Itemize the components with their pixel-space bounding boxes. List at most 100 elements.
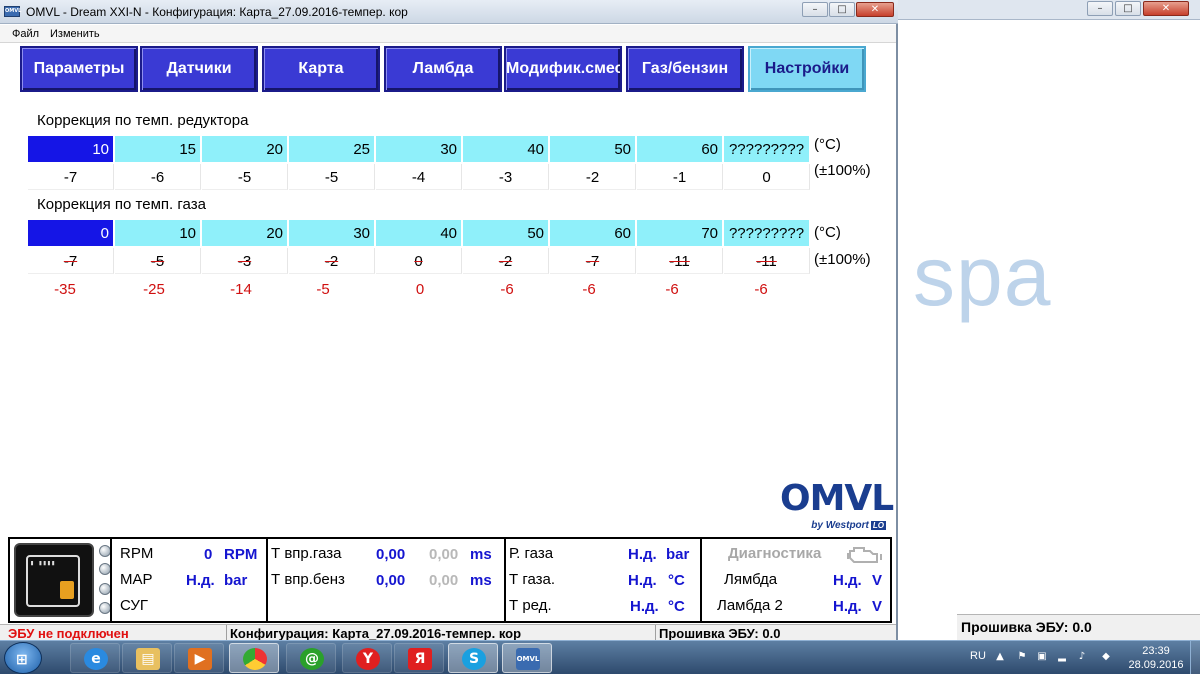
yandex-icon: Я (408, 648, 432, 670)
reducer-value-row: -7 -6 -5 -5 -4 -3 -2 -1 0 (28, 164, 810, 190)
gas-old-value-cell[interactable]: -5 (115, 248, 201, 274)
reducer-temp-cell[interactable]: 10 (28, 136, 114, 162)
chrome-icon (243, 648, 267, 670)
rpm-label: RPM (120, 545, 154, 562)
gas-temp-cell[interactable]: 10 (115, 220, 201, 246)
lambda2-unit: V (872, 598, 883, 615)
reducer-value-cell[interactable]: -6 (115, 164, 201, 190)
reducer-value-cell[interactable]: -3 (463, 164, 549, 190)
tab-mixture-mod[interactable]: Модифик.смеси (504, 46, 622, 92)
bg-close-button[interactable]: ✕ (1143, 1, 1189, 16)
rpm-value: 0 (204, 546, 213, 563)
tray-flag-icon[interactable]: ⚑ (1016, 651, 1028, 663)
gas-old-value-row: -7 -5 -3 -2 0 -2 -7 -11 -11 (28, 248, 810, 274)
gas-new-value-label: -25 (143, 281, 165, 298)
gas-temp-unit: (°C) (814, 224, 841, 241)
gas-injection-time-value: 0,00 (376, 546, 406, 563)
mail-ru-agent-icon: @ (300, 648, 324, 670)
reducer-value-cell[interactable]: -4 (376, 164, 462, 190)
gas-old-value-cell[interactable]: 0 (376, 248, 462, 274)
menu-edit[interactable]: Изменить (50, 28, 100, 40)
gas-new-value-label: -14 (230, 281, 252, 298)
taskbar-internet-explorer[interactable]: e (70, 643, 120, 673)
gas-old-value-cell[interactable]: -11 (724, 248, 810, 274)
reducer-temp-cell[interactable]: 25 (289, 136, 375, 162)
gas-temp-cell[interactable]: 30 (289, 220, 375, 246)
taskbar-yandex-browser[interactable]: Y (342, 643, 392, 673)
skype-icon: S (462, 648, 486, 670)
taskbar-file-explorer[interactable]: ▤ (122, 643, 172, 673)
volume-icon[interactable]: ♪ (1076, 651, 1088, 663)
taskbar-media-player[interactable]: ▶ (174, 643, 224, 673)
reducer-temp-cell[interactable]: 40 (463, 136, 549, 162)
gas-new-value-label: 0 (415, 281, 425, 298)
reducer-value-cell[interactable]: 0 (724, 164, 810, 190)
gas-temp-cell[interactable]: ????????? (724, 220, 810, 246)
reducer-temp-cell[interactable]: ????????? (724, 136, 810, 162)
taskbar-omvl[interactable]: OMVL (502, 643, 552, 673)
reducer-temp-cell[interactable]: 30 (376, 136, 462, 162)
reducer-temp-cell[interactable]: 20 (202, 136, 288, 162)
tray-printer-icon[interactable]: ▣ (1036, 651, 1048, 663)
reducer-value-cell[interactable]: -2 (550, 164, 636, 190)
tray-expand-icon[interactable]: ▲ (994, 651, 1006, 663)
start-button[interactable]: ⊞ (4, 642, 42, 674)
tab-bar: Параметры Датчики Карта Ламбда Модифик.с… (18, 46, 888, 94)
taskbar-skype[interactable]: S (448, 643, 498, 673)
gas-temp-cell[interactable]: 50 (463, 220, 549, 246)
lambda-value: Н.д. (833, 572, 862, 589)
reducer-temp-cell[interactable]: 15 (115, 136, 201, 162)
config-status: Конфигурация: Карта_27.09.2016-темпер. к… (230, 626, 522, 641)
taskbar-yandex[interactable]: Я (394, 643, 444, 673)
gas-temp-cell[interactable]: 0 (28, 220, 114, 246)
reducer-pct-unit: (±100%) (814, 162, 871, 179)
tab-settings[interactable]: Настройки (748, 46, 866, 92)
title-bar[interactable]: OMVL OMVL - Dream XXI-N - Конфигурация: … (0, 0, 898, 24)
petrol-injection-time-label: Т впр.бенз (271, 571, 345, 588)
show-desktop-button[interactable] (1190, 641, 1200, 674)
bg-maximize-button[interactable]: □ (1115, 1, 1141, 16)
tab-gas-petrol[interactable]: Газ/бензин (626, 46, 744, 92)
gas-old-value-cell[interactable]: -2 (289, 248, 375, 274)
tab-parameters[interactable]: Параметры (20, 46, 138, 92)
tab-lambda[interactable]: Ламбда (384, 46, 502, 92)
status-panel: ▮ ▮▮▮▮ RPM 0 RPM MAP Н.д. bar СУГ Т впр.… (8, 537, 892, 623)
gas-pressure-label: Р. газа (509, 545, 554, 562)
gas-old-value-cell[interactable]: -2 (463, 248, 549, 274)
gas-old-value-cell[interactable]: -11 (637, 248, 723, 274)
menu-bar: Файл Изменить (0, 25, 896, 43)
reducer-temp-cell[interactable]: 50 (550, 136, 636, 162)
gas-injection-time-unit: ms (470, 546, 492, 563)
maximize-button[interactable]: □ (829, 2, 855, 17)
background-window-titlebar[interactable]: – □ ✕ (895, 0, 1200, 20)
reducer-value-cell[interactable]: -5 (289, 164, 375, 190)
network-icon[interactable]: ◆ (1100, 651, 1112, 663)
gas-temp-cell[interactable]: 70 (637, 220, 723, 246)
gas-temp-value: Н.д. (628, 572, 657, 589)
reducer-value-cell[interactable]: -1 (637, 164, 723, 190)
language-indicator[interactable]: RU (970, 650, 986, 662)
gas-old-value-cell[interactable]: -7 (550, 248, 636, 274)
reducer-value-cell[interactable]: -5 (202, 164, 288, 190)
gas-correction-title: Коррекция по темп. газа (37, 196, 206, 213)
tab-sensors[interactable]: Датчики (140, 46, 258, 92)
close-button[interactable]: ✕ (856, 2, 894, 17)
media-player-icon: ▶ (188, 648, 212, 670)
tab-map[interactable]: Карта (262, 46, 380, 92)
signal-icon[interactable]: ▂ (1056, 651, 1068, 663)
reducer-value-cell[interactable]: -7 (28, 164, 114, 190)
gas-old-value-cell[interactable]: -7 (28, 248, 114, 274)
reducer-temp-row: 10 15 20 25 30 40 50 60 ????????? (28, 136, 810, 162)
taskbar-chrome[interactable] (229, 643, 279, 673)
gas-old-value-cell[interactable]: -3 (202, 248, 288, 274)
gas-temp-cell[interactable]: 60 (550, 220, 636, 246)
reducer-temp-cell[interactable]: 60 (637, 136, 723, 162)
minimize-button[interactable]: – (802, 2, 828, 17)
menu-file[interactable]: Файл (12, 28, 39, 40)
clock[interactable]: 23:39 28.09.2016 (1128, 644, 1184, 672)
taskbar: ⊞ e ▤ ▶ @ Y Я S OMVL RU ▲ ⚑ ▣ ▂ ♪ ◆ 23:3… (0, 640, 1200, 674)
bg-minimize-button[interactable]: – (1087, 1, 1113, 16)
gas-temp-cell[interactable]: 40 (376, 220, 462, 246)
taskbar-mail-agent[interactable]: @ (286, 643, 336, 673)
gas-temp-cell[interactable]: 20 (202, 220, 288, 246)
